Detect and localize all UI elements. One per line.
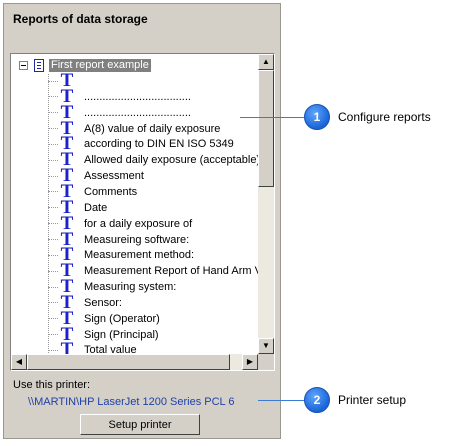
scroll-down-arrow-icon[interactable]: ▼ — [258, 338, 274, 354]
tree-connector — [48, 128, 58, 130]
tree-connector — [48, 80, 58, 82]
printer-caption: Use this printer: — [13, 379, 91, 391]
tree-item-label: A(8) value of daily exposure — [84, 122, 221, 135]
scroll-right-arrow-icon[interactable]: ▶ — [242, 354, 258, 370]
panel-title: Reports of data storage — [13, 12, 148, 26]
tree-connector — [48, 143, 58, 145]
callout-badge-2: 2 — [304, 387, 330, 413]
tree-item-label: Sign (Operator) — [84, 312, 160, 325]
tree-connector — [48, 207, 58, 209]
tree-item[interactable]: Taccording to DIN EN ISO 5349 — [48, 134, 234, 153]
tree-item-label: Assessment — [84, 170, 144, 183]
tree-connector — [48, 334, 58, 336]
tree-item-label: Total value — [84, 344, 137, 354]
tree-item[interactable]: T Allowed daily exposure (acceptable) — [48, 150, 258, 169]
tree-item[interactable]: T Sensor: — [48, 293, 122, 312]
tree-connector — [48, 159, 58, 161]
callout-label-printer-setup: Printer setup — [338, 393, 407, 407]
reports-tree[interactable]: First report example T T.................… — [10, 53, 275, 371]
tree-connector — [48, 270, 58, 272]
callout-leader-line — [240, 117, 304, 118]
tree-viewport: First report example T T.................… — [11, 54, 258, 354]
tree-connector — [48, 175, 58, 177]
horizontal-scroll-thumb[interactable] — [27, 354, 230, 370]
callout-leader-line — [258, 400, 304, 401]
tree-root-node[interactable]: First report example — [19, 58, 151, 72]
tree-connector — [48, 349, 58, 351]
reports-panel: Reports of data storage First report exa… — [3, 3, 281, 439]
tree-item[interactable]: T A(8) value of daily exposure — [48, 119, 221, 138]
scroll-left-arrow-icon[interactable]: ◀ — [11, 354, 27, 370]
tree-connector — [48, 223, 58, 225]
printer-name-link[interactable]: \\MARTIN\HP LaserJet 1200 Series PCL 6 — [28, 396, 234, 408]
tree-item-label: ................................... — [84, 106, 191, 119]
tree-item[interactable]: TMeasurement Report of Hand Arm Vibra — [48, 261, 258, 280]
tree-connector — [48, 112, 58, 114]
tree-item-label: ................................... — [84, 90, 191, 103]
tree-connector — [48, 96, 58, 98]
tree-item[interactable]: T Total value — [48, 339, 137, 354]
setup-printer-button[interactable]: Setup printer — [80, 414, 200, 435]
collapse-icon[interactable] — [19, 60, 28, 70]
tree-connector — [48, 318, 58, 320]
tree-connector — [48, 239, 58, 240]
tree-connector — [48, 286, 58, 288]
tree-connector — [48, 254, 58, 256]
tree-connector — [48, 191, 58, 193]
tree-item-label: Allowed daily exposure (acceptable) — [84, 154, 258, 167]
document-icon — [34, 58, 44, 72]
tree-item-label: Date — [84, 201, 108, 214]
tree-item[interactable]: T Date — [48, 198, 108, 217]
vertical-scroll-thumb[interactable] — [258, 70, 274, 187]
tree-item-label: Comments — [84, 185, 138, 198]
callout-badge-1: 1 — [304, 104, 330, 130]
tree-item-label: Sensor: — [84, 296, 122, 309]
tree-item-label: Measurement method: — [84, 249, 195, 262]
tree-item-label: Measurement Report of Hand Arm Vibra — [84, 265, 258, 278]
horizontal-scrollbar[interactable]: ◀ ▶ — [11, 354, 258, 370]
scrollbar-corner — [258, 354, 274, 370]
vertical-scrollbar[interactable]: ▲ ▼ — [258, 54, 274, 354]
tree-item-label: Measureing software: — [84, 233, 190, 246]
tree-item-label: Sign (Principal) — [84, 328, 159, 341]
tree-item-label: for a daily exposure of — [84, 217, 193, 230]
callout-label-configure-reports: Configure reports — [338, 110, 431, 124]
tree-item-label: Measuring system: — [84, 281, 177, 294]
text-t-icon: T — [60, 339, 74, 354]
tree-connector — [48, 302, 58, 304]
tree-item-label: according to DIN EN ISO 5349 — [84, 138, 234, 151]
scroll-up-arrow-icon[interactable]: ▲ — [258, 54, 274, 70]
